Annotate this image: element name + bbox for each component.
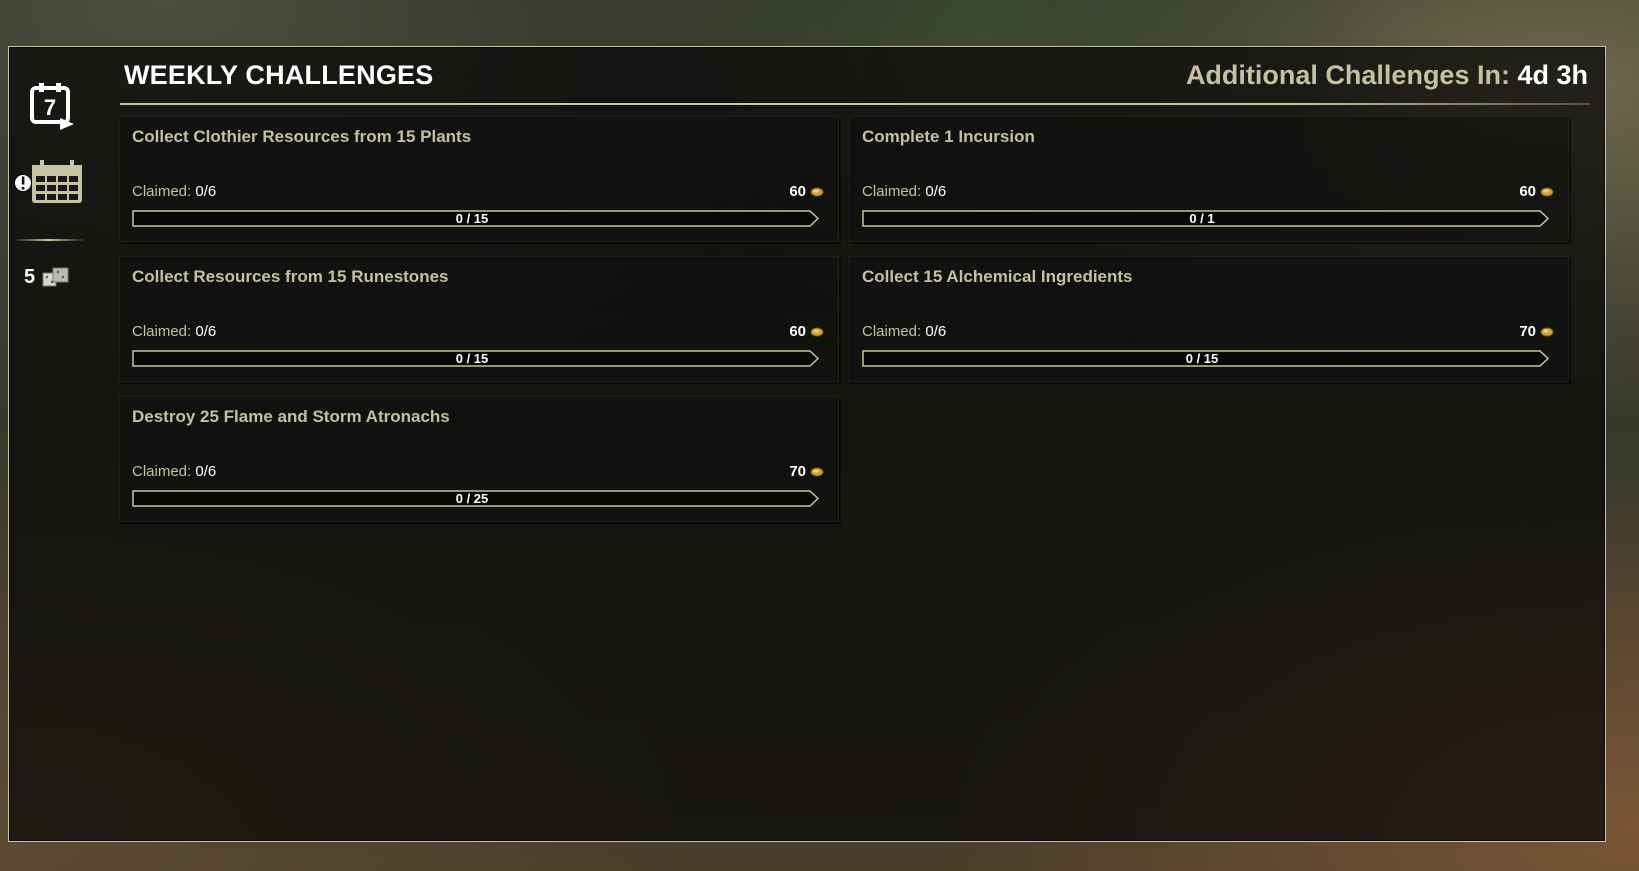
page-title: WEEKLY CHALLENGES [124,60,434,90]
claimed-label: Claimed: [132,323,192,340]
claimed-status: Claimed: 0/6 [862,323,946,340]
daily-number: 7 [44,95,56,120]
claimed-value: 0/6 [195,183,217,200]
challenge-name: Collect 15 Alchemical Ingredients [862,267,1133,286]
challenge-name: Collect Clothier Resources from 15 Plant… [132,127,472,146]
claimed-status: Claimed: 0/6 [862,183,946,200]
progress-bar: 0 / 15 [132,350,820,367]
calendar-alert-icon [13,160,82,203]
claimed-value: 0/6 [925,323,947,340]
claimed-status: Claimed: 0/6 [132,463,216,480]
timer-label: Additional Challenges In: [1185,60,1510,90]
challenge-reward: 60 [1519,183,1554,200]
reward-amount: 60 [789,323,806,340]
progress-text: 0 / 25 [455,491,489,506]
progress-bar: 0 / 15 [132,210,820,227]
reward-amount: 70 [1519,323,1536,340]
challenge-name: Complete 1 Incursion [862,127,1035,146]
timer-value: 4d 3h [1517,60,1588,90]
challenge-name: Collect Resources from 15 Runestones [132,267,449,286]
claimed-label: Claimed: [862,323,922,340]
claimed-value: 0/6 [195,463,217,480]
challenge-card[interactable]: Collect Resources from 15 Runestones Cla… [119,256,839,382]
weekly-challenges-tab[interactable] [6,158,86,208]
progress-bar: 0 / 1 [862,210,1550,227]
seals-of-endeavor-icon [810,467,824,476]
seals-of-endeavor-icon [1540,327,1554,336]
daily-challenges-tab[interactable]: 7 [26,80,78,132]
calendar-7-day-icon: 7 [30,83,74,130]
progress-text: 0 / 1 [1189,211,1215,226]
challenge-card[interactable]: Collect 15 Alchemical Ingredients Claime… [849,256,1569,382]
progress-text: 0 / 15 [455,351,489,366]
seals-of-endeavor-icon [1540,187,1554,196]
challenge-card[interactable]: Destroy 25 Flame and Storm Atronachs Cla… [119,396,839,522]
endeavor-seals-icon [42,267,69,287]
challenge-reward: 70 [1519,323,1554,340]
challenge-reward: 60 [789,323,824,340]
reward-amount: 60 [789,183,806,200]
progress-bar: 0 / 15 [862,350,1550,367]
seals-of-endeavor-icon [810,327,824,336]
challenge-name: Destroy 25 Flame and Storm Atronachs [132,407,450,426]
progress-bar: 0 / 25 [132,490,820,507]
additional-challenges-timer: Additional Challenges In: 4d 3h [1186,60,1588,91]
challenge-reward: 60 [789,183,824,200]
claimed-value: 0/6 [925,183,947,200]
claimed-status: Claimed: 0/6 [132,183,216,200]
claimed-label: Claimed: [862,183,922,200]
claimed-value: 0/6 [195,323,217,340]
sidebar-divider [12,239,86,241]
challenge-card[interactable]: Complete 1 Incursion Claimed: 0/6 60 0 /… [849,116,1569,242]
challenge-reward: 70 [789,463,824,480]
header-divider [120,103,1590,105]
reward-amount: 70 [789,463,806,480]
progress-text: 0 / 15 [1185,351,1219,366]
reward-amount: 60 [1519,183,1536,200]
claimed-label: Claimed: [132,183,192,200]
claimed-status: Claimed: 0/6 [132,323,216,340]
claimed-label: Claimed: [132,463,192,480]
challenge-card[interactable]: Collect Clothier Resources from 15 Plant… [119,116,839,242]
seals-balance: 5 [24,264,71,290]
seals-of-endeavor-icon [810,187,824,196]
progress-text: 0 / 15 [455,211,489,226]
seals-count: 5 [24,265,36,288]
